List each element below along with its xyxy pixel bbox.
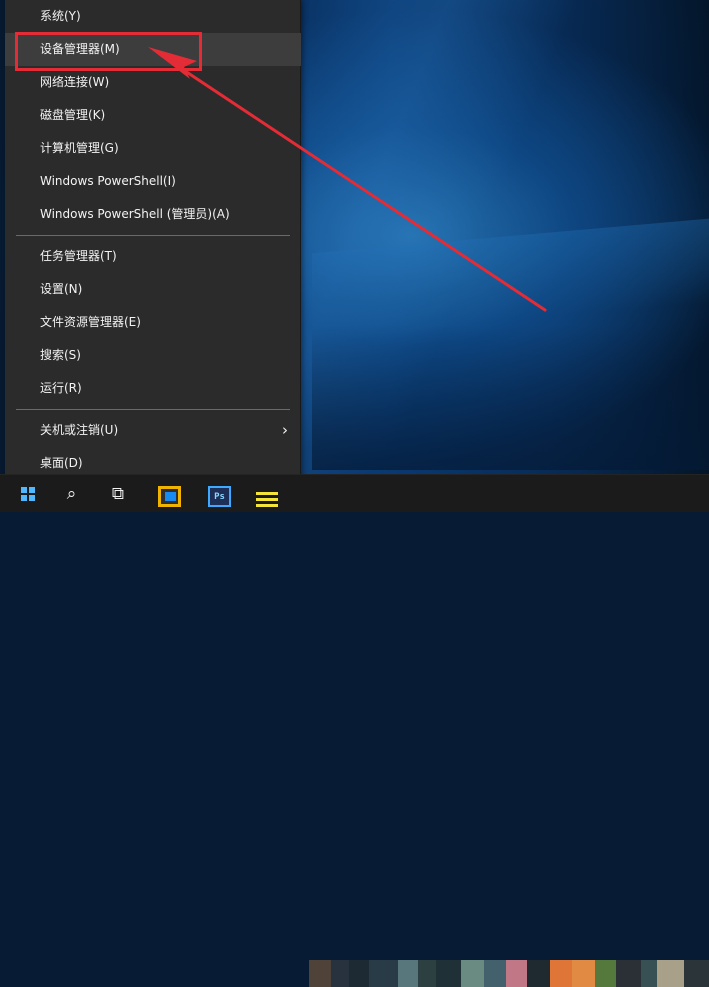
menu-item-label: Windows PowerShell(I): [40, 174, 176, 188]
menu-item-computer-management[interactable]: 计算机管理(G): [5, 132, 301, 165]
menu-item-device-manager[interactable]: 设备管理器(M): [5, 33, 301, 66]
windows-logo-icon: [21, 487, 35, 501]
desktop-shadow-band: [312, 325, 709, 470]
blurred-taskbar-area: [657, 960, 684, 987]
menu-item-run[interactable]: 运行(R): [5, 372, 301, 405]
menu-item-label: 网络连接(W): [40, 75, 110, 89]
menu-item-label: 运行(R): [40, 381, 82, 395]
blurred-taskbar-area: [331, 960, 349, 987]
menu-item-label: 设置(N): [40, 282, 83, 296]
blurred-taskbar-area: [484, 960, 506, 987]
menu-item-windows-powershell-admin[interactable]: Windows PowerShell (管理员)(A): [5, 198, 301, 231]
menu-item-label: Windows PowerShell (管理员)(A): [40, 207, 230, 221]
menu-item-system[interactable]: 系统(Y): [5, 0, 301, 33]
menu-item-label: 设备管理器(M): [40, 42, 120, 56]
blurred-taskbar-area: [461, 960, 484, 987]
blurred-taskbar-area: [309, 960, 331, 987]
blurred-taskbar-area: [418, 960, 436, 987]
menu-item-label: 桌面(D): [40, 456, 83, 470]
menu-item-label: 文件资源管理器(E): [40, 315, 141, 329]
menu-item-task-manager[interactable]: 任务管理器(T): [5, 240, 301, 273]
taskbar-app-icon[interactable]: [158, 486, 181, 507]
taskbar: ⌕ ⧉ Ps: [0, 474, 709, 987]
blurred-taskbar-area: [595, 960, 616, 987]
task-view-icon[interactable]: ⧉: [99, 475, 137, 513]
blurred-taskbar-area: [436, 960, 461, 987]
menu-item-shutdown-sign-out[interactable]: 关机或注销(U) ›: [5, 414, 301, 447]
menu-divider: [16, 235, 290, 236]
search-icon[interactable]: ⌕: [55, 475, 88, 513]
blurred-taskbar-area: [641, 960, 657, 987]
blurred-taskbar-area: [572, 960, 595, 987]
menu-item-label: 系统(Y): [40, 9, 81, 23]
menu-item-label: 磁盘管理(K): [40, 108, 106, 122]
menu-item-windows-powershell[interactable]: Windows PowerShell(I): [5, 165, 301, 198]
menu-item-network-connections[interactable]: 网络连接(W): [5, 66, 301, 99]
blurred-taskbar-area: [527, 960, 550, 987]
menu-item-label: 关机或注销(U): [40, 423, 119, 437]
quick-link-menu: 系统(Y) 设备管理器(M) 网络连接(W) 磁盘管理(K) 计算机管理(G) …: [5, 0, 301, 488]
blurred-taskbar-area: [398, 960, 418, 987]
menu-item-file-explorer[interactable]: 文件资源管理器(E): [5, 306, 301, 339]
menu-item-disk-management[interactable]: 磁盘管理(K): [5, 99, 301, 132]
blurred-taskbar-area: [369, 960, 398, 987]
taskbar-app-icon[interactable]: [256, 486, 279, 507]
blurred-taskbar-area: [616, 960, 641, 987]
menu-item-label: 计算机管理(G): [40, 141, 119, 155]
menu-item-label: 任务管理器(T): [40, 249, 117, 263]
menu-item-search[interactable]: 搜索(S): [5, 339, 301, 372]
blurred-taskbar-area: [349, 960, 369, 987]
menu-item-label: 搜索(S): [40, 348, 81, 362]
blurred-taskbar-area: [506, 960, 527, 987]
photoshop-icon[interactable]: Ps: [208, 486, 231, 507]
menu-divider: [16, 409, 290, 410]
blurred-taskbar-area: [550, 960, 572, 987]
chevron-right-icon: ›: [282, 421, 288, 439]
menu-item-settings[interactable]: 设置(N): [5, 273, 301, 306]
blurred-taskbar-area: [684, 960, 709, 987]
start-button[interactable]: [8, 475, 46, 513]
